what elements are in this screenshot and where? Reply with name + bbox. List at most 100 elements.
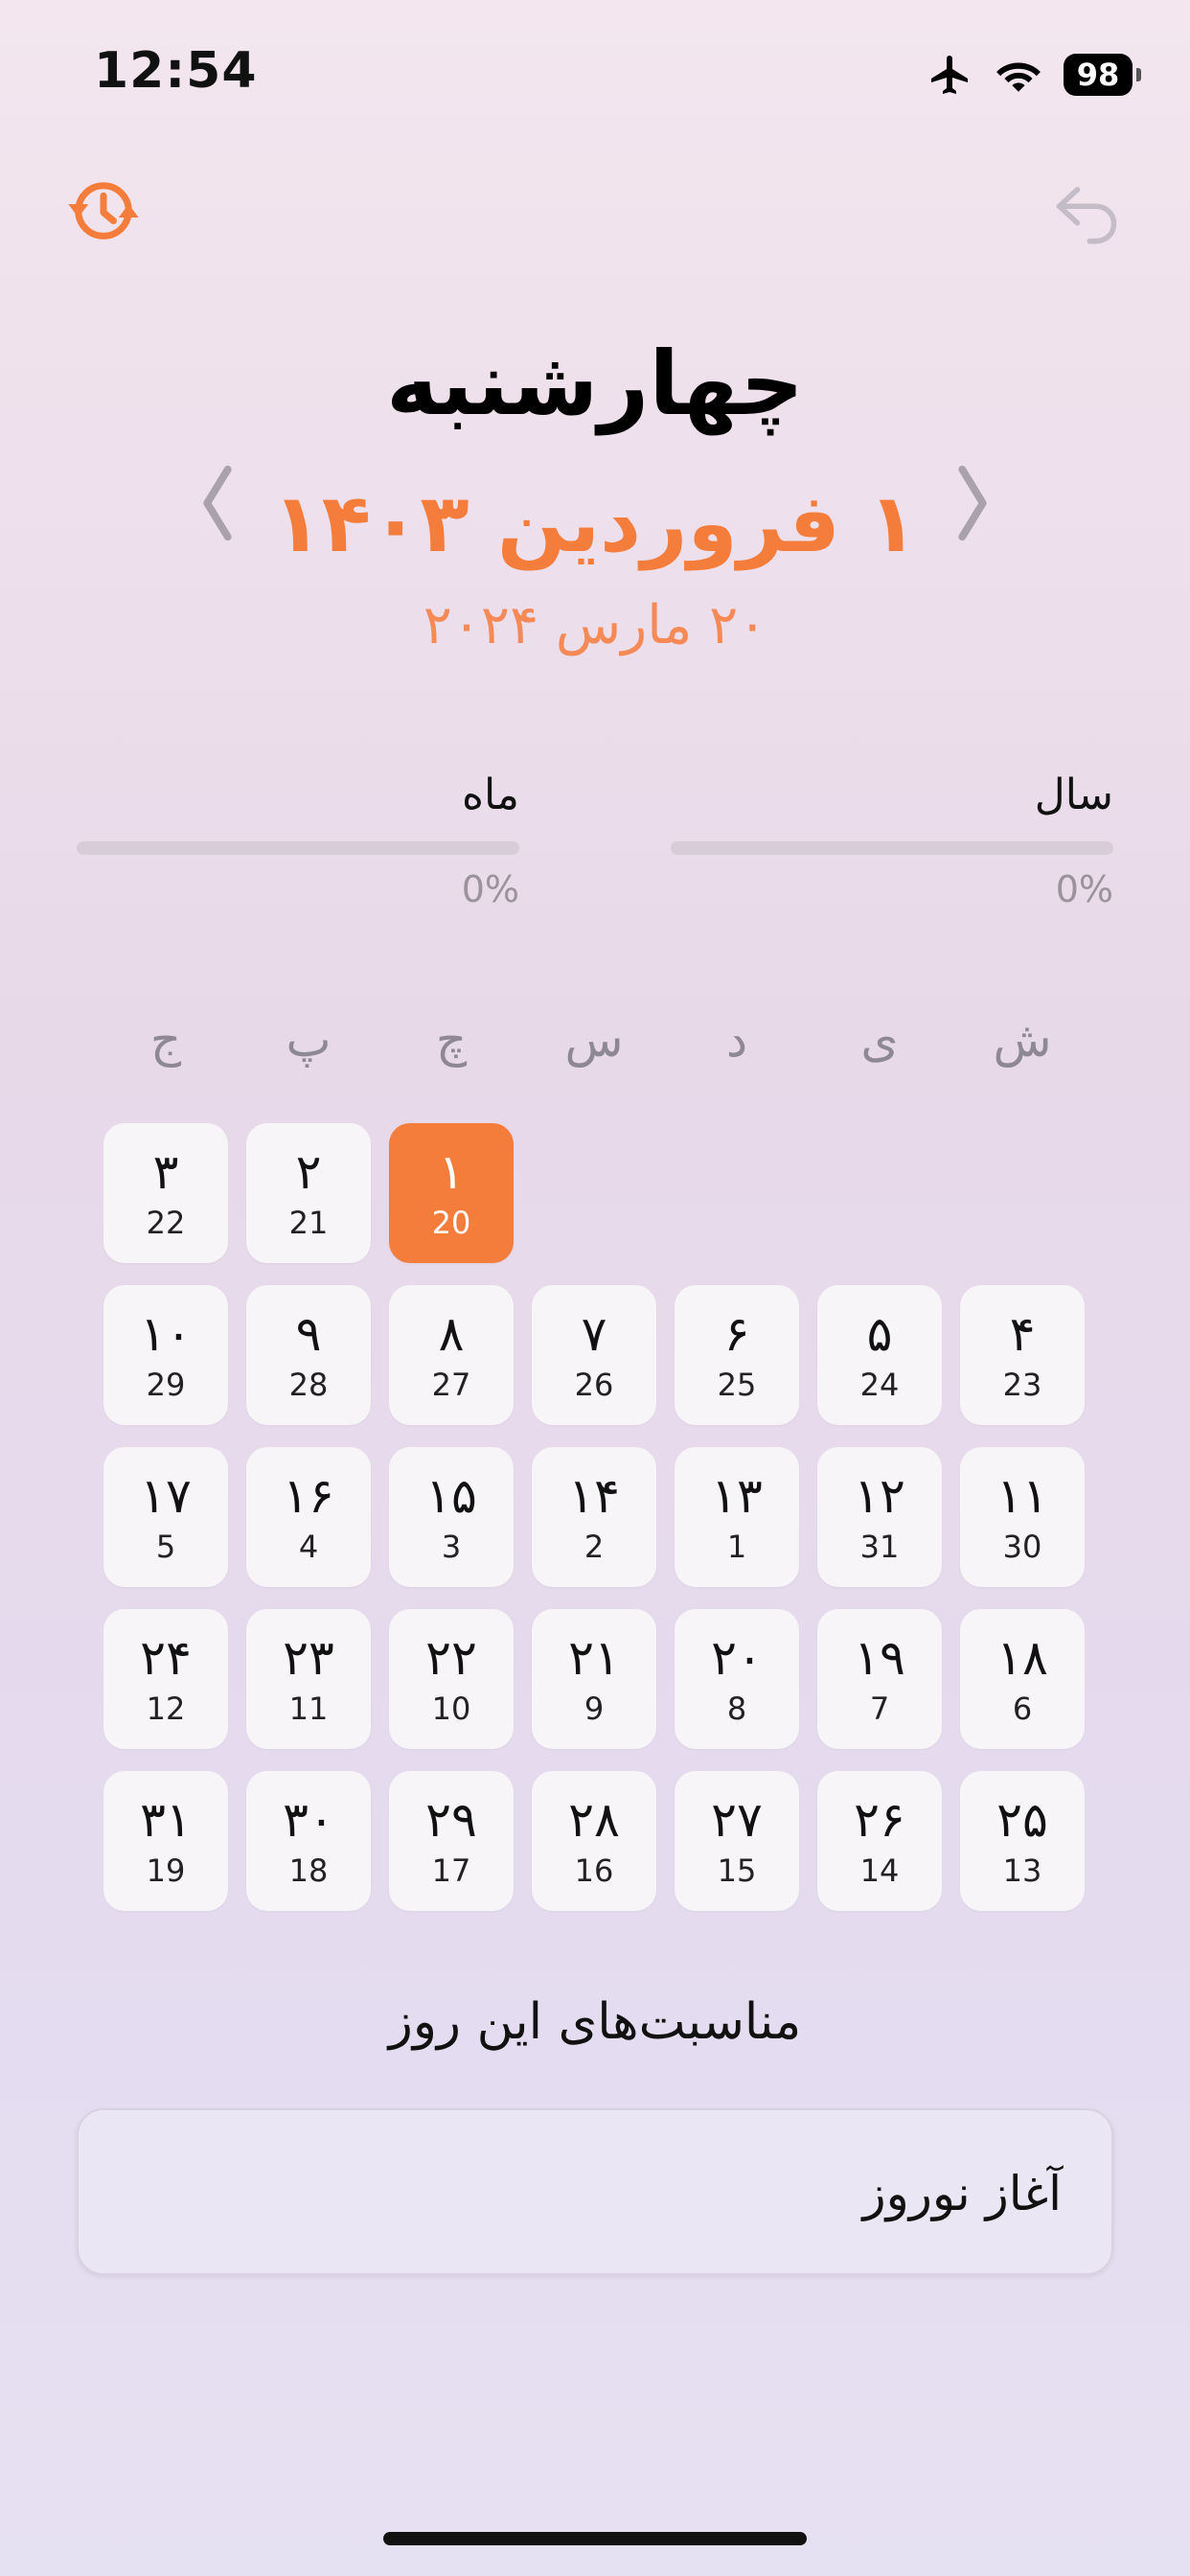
history-clock-icon <box>68 182 139 240</box>
calendar-day[interactable]: ۲۳ 11 <box>246 1609 371 1749</box>
gregorian-day-number: 14 <box>859 1852 900 1889</box>
calendar-day[interactable]: ۱۰ 29 <box>103 1285 228 1425</box>
calendar-day[interactable]: ۱۳ 1 <box>675 1447 799 1587</box>
calendar-day[interactable]: ۱۵ 3 <box>389 1447 514 1587</box>
gregorian-day-number: 12 <box>146 1690 186 1727</box>
persian-day-number: ۲۷ <box>711 1791 763 1848</box>
calendar-day[interactable]: ۳۱ 19 <box>103 1771 228 1911</box>
persian-day-number: ۷ <box>581 1305 607 1362</box>
gregorian-day-number: 7 <box>869 1690 890 1727</box>
gregorian-day-number: 3 <box>441 1528 462 1565</box>
persian-day-number: ۱۱ <box>996 1467 1048 1524</box>
persian-date: ۱ فروردین ۱۴۰۳ <box>272 476 918 570</box>
history-button[interactable] <box>57 165 149 257</box>
gregorian-day-number: 1 <box>726 1528 747 1565</box>
weekday-label: ی <box>860 1012 899 1068</box>
gregorian-day-number: 28 <box>288 1366 329 1403</box>
weekday-header-row: شیدسچپج <box>0 1006 1190 1073</box>
gregorian-day-number: 2 <box>584 1528 605 1565</box>
calendar-day[interactable]: ۲۷ 15 <box>675 1771 799 1911</box>
weekday-title: چهارشنبه <box>386 333 804 435</box>
battery-level: 98 <box>1076 57 1120 93</box>
gregorian-day-number: 10 <box>431 1690 471 1727</box>
calendar-day[interactable]: ۸ 27 <box>389 1285 514 1425</box>
undo-arrow-icon <box>1056 187 1117 244</box>
persian-day-number: ۱۶ <box>283 1467 334 1524</box>
airplane-icon <box>931 56 968 94</box>
persian-day-number: ۲۰ <box>711 1629 763 1686</box>
gregorian-day-number: 13 <box>1002 1852 1042 1889</box>
weekday-label: چ <box>435 1012 468 1068</box>
gregorian-day-number: 20 <box>431 1204 471 1241</box>
calendar-day[interactable]: ۲۹ 17 <box>389 1771 514 1911</box>
persian-day-number: ۲۶ <box>854 1791 905 1848</box>
calendar-day[interactable]: ۲۱ 9 <box>532 1609 656 1749</box>
occasion-card[interactable]: آغاز نوروز <box>77 2108 1113 2275</box>
persian-day-number: ۲۸ <box>568 1791 620 1848</box>
calendar-day[interactable]: ۱۸ 6 <box>960 1609 1085 1749</box>
calendar-day[interactable]: ۹ 28 <box>246 1285 371 1425</box>
persian-day-number: ۹ <box>295 1305 322 1362</box>
calendar-day-selected[interactable]: ۱ 20 <box>389 1123 514 1263</box>
back-button[interactable] <box>1041 165 1133 257</box>
battery-icon: 98 <box>1064 54 1141 96</box>
persian-day-number: ۵ <box>866 1305 893 1362</box>
persian-day-number: ۱۲ <box>854 1467 905 1524</box>
persian-day-number: ۶ <box>723 1305 750 1362</box>
gregorian-day-number: 6 <box>1012 1690 1033 1727</box>
calendar-day[interactable]: ۴ 23 <box>960 1285 1085 1425</box>
gregorian-day-number: 31 <box>859 1528 900 1565</box>
persian-day-number: ۲۹ <box>425 1791 477 1848</box>
calendar-day[interactable]: ۱۲ 31 <box>817 1447 942 1587</box>
gregorian-day-number: 30 <box>1002 1528 1042 1565</box>
gregorian-day-number: 23 <box>1002 1366 1042 1403</box>
calendar-day[interactable]: ۲۶ 14 <box>817 1771 942 1911</box>
gregorian-day-number: 24 <box>859 1366 900 1403</box>
status-icons: 98 <box>927 48 1141 102</box>
gregorian-day-number: 17 <box>431 1852 471 1889</box>
year-progress-percent: 0% <box>1055 868 1113 910</box>
persian-day-number: ۱۴ <box>568 1467 620 1524</box>
calendar-day[interactable]: ۲ 21 <box>246 1123 371 1263</box>
persian-day-number: ۱۸ <box>996 1629 1048 1686</box>
weekday-label: ج <box>149 1012 182 1068</box>
gregorian-day-number: 22 <box>146 1204 186 1241</box>
persian-day-number: ۱۳ <box>711 1467 763 1524</box>
calendar-day[interactable]: ۲۲ 10 <box>389 1609 514 1749</box>
home-indicator[interactable] <box>383 2532 807 2545</box>
gregorian-day-number: 18 <box>288 1852 329 1889</box>
calendar-day[interactable]: ۶ 25 <box>675 1285 799 1425</box>
calendar-day[interactable]: ۷ 26 <box>532 1285 656 1425</box>
gregorian-day-number: 26 <box>574 1366 614 1403</box>
gregorian-day-number: 16 <box>574 1852 614 1889</box>
gregorian-day-number: 27 <box>431 1366 471 1403</box>
gregorian-day-number: 21 <box>288 1204 329 1241</box>
month-progress-label: ماه <box>461 770 519 819</box>
calendar-day[interactable]: ۱۷ 5 <box>103 1447 228 1587</box>
calendar-day[interactable]: ۱۱ 30 <box>960 1447 1085 1587</box>
persian-day-number: ۱۵ <box>425 1467 477 1524</box>
month-progress: ماه 0% <box>77 767 519 910</box>
occasions-title: مناسبت‌های این روز <box>388 1993 802 2051</box>
calendar-day[interactable]: ۲۵ 13 <box>960 1771 1085 1911</box>
calendar-day[interactable]: ۲۸ 16 <box>532 1771 656 1911</box>
calendar-day[interactable]: ۱۹ 7 <box>817 1609 942 1749</box>
wifi-icon <box>996 62 1041 92</box>
next-day-button[interactable] <box>945 460 1002 546</box>
calendar-day[interactable]: ۵ 24 <box>817 1285 942 1425</box>
persian-day-number: ۱ <box>438 1143 465 1200</box>
calendar-day[interactable]: ۲۴ 12 <box>103 1609 228 1749</box>
gregorian-day-number: 15 <box>717 1852 757 1889</box>
status-time: 12:54 <box>94 42 258 100</box>
calendar-day[interactable]: ۳ 22 <box>103 1123 228 1263</box>
calendar-day[interactable]: ۱۴ 2 <box>532 1447 656 1587</box>
weekday-label: س <box>564 1012 624 1068</box>
calendar-day[interactable]: ۱۶ 4 <box>246 1447 371 1587</box>
persian-day-number: ۳ <box>152 1143 179 1200</box>
calendar-day[interactable]: ۲۰ 8 <box>675 1609 799 1749</box>
persian-day-number: ۲۵ <box>996 1791 1048 1848</box>
persian-day-number: ۳۱ <box>140 1791 192 1848</box>
persian-day-number: ۲۴ <box>140 1629 192 1686</box>
calendar-day[interactable]: ۳۰ 18 <box>246 1771 371 1911</box>
persian-day-number: ۱۷ <box>140 1467 192 1524</box>
